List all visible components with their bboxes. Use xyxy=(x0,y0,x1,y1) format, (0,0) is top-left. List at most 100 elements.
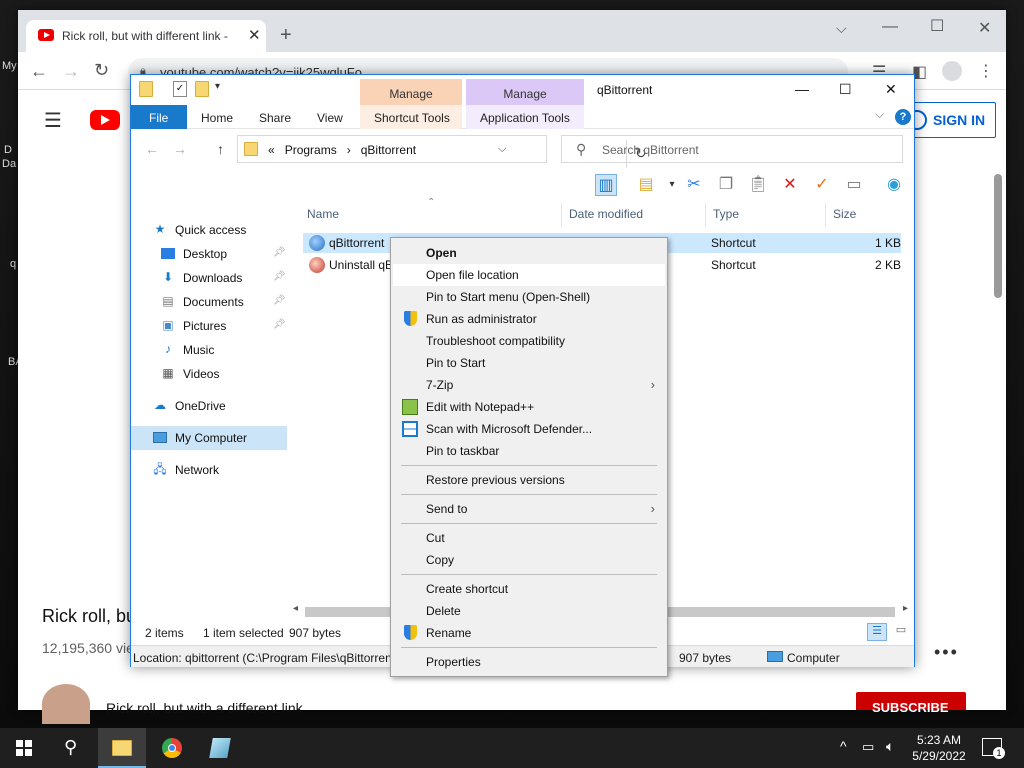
preview-pane-icon[interactable]: ▥ xyxy=(595,174,617,196)
help-icon[interactable]: ? xyxy=(895,109,911,125)
start-button[interactable] xyxy=(0,728,48,768)
back-icon[interactable]: ← xyxy=(145,141,159,157)
profile-avatar[interactable] xyxy=(942,61,962,81)
tab-home[interactable]: Home xyxy=(201,111,233,125)
subscribe-button[interactable]: SUBSCRIBE xyxy=(856,692,966,715)
column-header-name[interactable]: Name xyxy=(307,207,339,221)
forward-icon[interactable]: → xyxy=(173,141,187,157)
breadcrumb-current[interactable]: qBittorrent xyxy=(361,143,416,157)
chevron-up-icon[interactable]: ^ xyxy=(840,738,847,754)
new-folder-icon[interactable] xyxy=(195,81,209,97)
maximize-icon[interactable]: ☐ xyxy=(930,16,944,36)
close-tab-icon[interactable]: ✕ xyxy=(248,26,261,44)
pin-icon[interactable]: 📌︎ xyxy=(273,271,286,282)
view-folder-icon[interactable]: ▤ xyxy=(635,174,657,196)
nav-item-downloads[interactable]: ⬇ Downloads 📌︎ xyxy=(161,267,295,289)
reload-icon[interactable]: ↻ xyxy=(94,60,109,81)
large-icons-view-icon[interactable]: ▭ xyxy=(891,623,911,641)
up-icon[interactable]: ↑ xyxy=(217,141,224,157)
column-divider[interactable] xyxy=(825,203,826,227)
menu-item-pin-to-start[interactable]: Pin to Start xyxy=(393,352,665,374)
chevron-down-icon[interactable]: ⌵ xyxy=(498,143,506,156)
tab-application-tools[interactable]: Application Tools xyxy=(466,105,584,129)
breadcrumb-overflow[interactable]: « xyxy=(268,143,275,157)
menu-item-create-shortcut[interactable]: Create shortcut xyxy=(393,578,665,600)
youtube-logo-icon[interactable] xyxy=(90,110,120,130)
taskbar-chrome[interactable] xyxy=(148,728,196,768)
copy-icon[interactable]: ❐ xyxy=(715,174,737,196)
customize-toolbar-icon[interactable]: ▾ xyxy=(215,81,229,97)
cut-icon[interactable]: ✂ xyxy=(683,174,705,196)
volume-icon[interactable]: 🔈︎ xyxy=(886,738,894,755)
tab-share[interactable]: Share xyxy=(259,111,291,125)
nav-item-videos[interactable]: ▦ Videos xyxy=(161,363,295,385)
menu-item-run-as-admin[interactable]: Run as administrator xyxy=(393,308,665,330)
tab-file[interactable]: File xyxy=(131,105,187,129)
notification-center-icon[interactable]: 1 xyxy=(982,738,1005,759)
menu-item-pin-start-openshell[interactable]: Pin to Start menu (Open-Shell) xyxy=(393,286,665,308)
nav-item-onedrive[interactable]: ☁ OneDrive xyxy=(153,395,287,417)
minimize-icon[interactable]: — xyxy=(882,18,898,36)
nav-item-pictures[interactable]: ▣ Pictures 📌︎ xyxy=(161,315,295,337)
properties-card-icon[interactable]: ▭ xyxy=(843,174,865,196)
menu-item-open-file-location[interactable]: Open file location xyxy=(393,264,665,286)
tab-shortcut-tools[interactable]: Shortcut Tools xyxy=(360,105,462,129)
expand-ribbon-icon[interactable]: ⌵ xyxy=(875,107,884,122)
checkmark-icon[interactable]: ✓ xyxy=(811,174,833,196)
column-header-type[interactable]: Type xyxy=(713,207,739,221)
page-scrollbar[interactable] xyxy=(994,174,1002,298)
tab-search-icon[interactable]: ⌵ xyxy=(836,20,847,37)
clock[interactable]: 5:23 AM 5/29/2022 xyxy=(908,732,970,764)
network-icon[interactable]: ▭ xyxy=(862,739,874,755)
globe-icon[interactable]: ◉ xyxy=(883,174,905,196)
address-bar[interactable]: « Programs › qBittorrent ⌵ ↻ xyxy=(237,135,647,168)
maximize-icon[interactable]: ☐ xyxy=(839,81,852,98)
search-input[interactable]: ⚲ Search qBittorrent xyxy=(561,135,903,163)
menu-item-restore-versions[interactable]: Restore previous versions xyxy=(393,469,665,491)
scroll-left-icon[interactable]: ◂ xyxy=(293,603,298,614)
search-button[interactable]: ⚲ xyxy=(48,728,96,768)
nav-item-my-computer[interactable]: My Computer xyxy=(153,427,287,449)
menu-item-delete[interactable]: Delete xyxy=(393,600,665,622)
menu-item-7zip[interactable]: 7-Zip › xyxy=(393,374,665,396)
breadcrumb-programs[interactable]: Programs xyxy=(285,143,337,157)
nav-item-quick-access[interactable]: ★ Quick access xyxy=(153,219,287,241)
menu-item-edit-notepad[interactable]: Edit with Notepad++ xyxy=(393,396,665,418)
column-header-date[interactable]: Date modified xyxy=(569,207,643,221)
column-divider[interactable] xyxy=(561,203,562,227)
menu-item-open[interactable]: Open xyxy=(393,242,665,264)
hamburger-menu-icon[interactable]: ☰ xyxy=(44,108,62,133)
taskbar-file-explorer[interactable] xyxy=(98,728,146,768)
minimize-icon[interactable]: — xyxy=(795,81,809,97)
new-tab-button[interactable]: + xyxy=(280,24,292,47)
pin-icon[interactable]: 📌︎ xyxy=(273,295,286,306)
more-actions-button[interactable]: ••• xyxy=(934,642,959,663)
menu-item-scan-defender[interactable]: Scan with Microsoft Defender... xyxy=(393,418,665,440)
forward-icon[interactable]: → xyxy=(62,61,80,82)
nav-item-network[interactable]: 🖧︎ Network xyxy=(153,459,287,481)
paste-icon[interactable]: 📋︎ xyxy=(747,174,769,196)
scroll-right-icon[interactable]: ▸ xyxy=(903,603,908,614)
details-view-icon[interactable]: ☰ xyxy=(867,623,887,641)
views-dropdown-icon[interactable]: ▾ xyxy=(661,174,683,196)
pin-icon[interactable]: 📌︎ xyxy=(273,319,286,330)
menu-item-cut[interactable]: Cut xyxy=(393,527,665,549)
properties-icon[interactable]: ✓ xyxy=(173,81,187,97)
pin-icon[interactable]: 📌︎ xyxy=(273,247,286,258)
menu-item-send-to[interactable]: Send to › xyxy=(393,498,665,520)
close-icon[interactable]: ✕ xyxy=(885,81,897,98)
channel-avatar[interactable] xyxy=(42,684,90,724)
close-window-icon[interactable]: ✕ xyxy=(978,18,991,38)
menu-item-properties[interactable]: Properties xyxy=(393,651,665,673)
menu-item-pin-taskbar[interactable]: Pin to taskbar xyxy=(393,440,665,462)
nav-item-documents[interactable]: ▤ Documents 📌︎ xyxy=(161,291,295,313)
tab-view[interactable]: View xyxy=(317,111,343,125)
column-header-size[interactable]: Size xyxy=(833,207,856,221)
menu-item-troubleshoot[interactable]: Troubleshoot compatibility xyxy=(393,330,665,352)
taskbar-app[interactable] xyxy=(196,728,244,768)
chrome-menu-icon[interactable]: ⋮ xyxy=(978,61,994,81)
menu-item-rename[interactable]: Rename xyxy=(393,622,665,644)
chrome-tab[interactable]: Rick roll, but with different link - ✕ xyxy=(26,20,266,52)
column-divider[interactable] xyxy=(705,203,706,227)
delete-icon[interactable]: ✕ xyxy=(779,174,801,196)
